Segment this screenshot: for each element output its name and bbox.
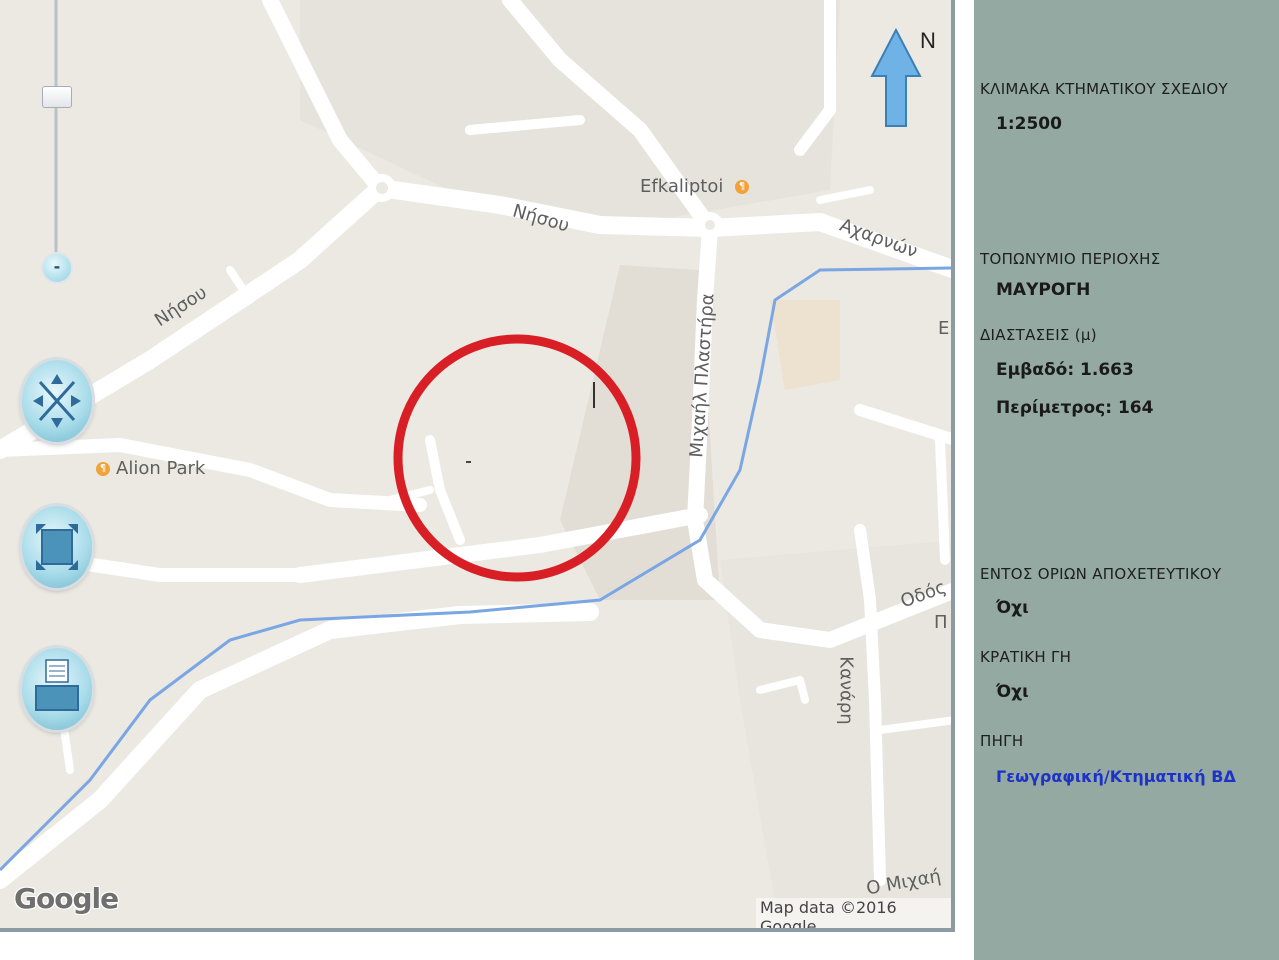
pan-button[interactable] [22, 360, 92, 442]
street-label-fragment: Π [934, 612, 948, 633]
source-link[interactable]: Γεωγραφική/Κτηματική ΒΔ [996, 767, 1236, 786]
zoom-out-button[interactable]: - [43, 254, 71, 282]
sewer-label: ΕΝΤΟΣ ΟΡΙΩΝ ΑΠΟΧΕΤΕΥΤΙΚΟΥ [980, 565, 1222, 583]
pan-arrows-icon [33, 374, 81, 428]
poi-label: Alion Park [116, 458, 206, 479]
poi-alion-park[interactable]: ¶ Alion Park [96, 458, 205, 479]
street-label-kanari: Κανάρη [835, 656, 857, 725]
poi-label: Efkaliptoi [640, 176, 724, 197]
north-arrow-icon: N [870, 27, 936, 127]
north-label: N [920, 28, 936, 53]
scale-label: ΚΛΙΜΑΚΑ ΚΤΗΜΑΤΙΚΟΥ ΣΧΕΔΙΟΥ [980, 80, 1228, 98]
toponym-label: ΤΟΠΩΝΥΜΙΟ ΠΕΡΙΟΧΗΣ [980, 250, 1161, 268]
state-land-label: ΚΡΑΤΙΚΗ ΓΗ [980, 648, 1072, 666]
source-label: ΠΗΓΗ [980, 732, 1024, 750]
dimensions-label: ΔΙΑΣΤΑΣΕΙΣ (μ) [980, 326, 1097, 344]
map-view[interactable]: Efkaliptoi ¶ Νήσου Νήσου Αχαρνών ¶ Alion … [0, 0, 955, 932]
area-value: Εμβαδό: 1.663 [996, 360, 1134, 380]
google-logo: Google [14, 882, 119, 915]
restaurant-icon: ¶ [96, 462, 110, 476]
map-attribution: Map data ©2016 Google [756, 898, 951, 928]
roundabout-center [705, 220, 715, 230]
fullscreen-icon [36, 524, 78, 570]
scale-value: 1:2500 [996, 114, 1062, 134]
sewer-value: Όχι [996, 598, 1029, 618]
restaurant-icon: ¶ [735, 180, 750, 194]
state-land-value: Όχι [996, 682, 1029, 702]
info-panel: ΚΛΙΜΑΚΑ ΚΤΗΜΑΤΙΚΟΥ ΣΧΕΔΙΟΥ 1:2500 ΤΟΠΩΝΥ… [974, 0, 1279, 960]
zoom-slider[interactable] [48, 0, 64, 280]
minus-icon: - [53, 257, 61, 276]
perimeter-value: Περίμετρος: 164 [996, 398, 1154, 418]
printer-icon [35, 659, 79, 711]
fullscreen-button[interactable] [22, 506, 92, 588]
poi-efkaliptoi[interactable]: Efkaliptoi ¶ [640, 176, 755, 197]
roundabout-center [376, 182, 388, 194]
zoom-slider-handle[interactable] [42, 86, 72, 108]
toponym-value: ΜΑΥΡΟΓΗ [996, 280, 1091, 300]
print-button[interactable] [22, 648, 92, 730]
street-label-fragment: Ε [938, 318, 950, 339]
